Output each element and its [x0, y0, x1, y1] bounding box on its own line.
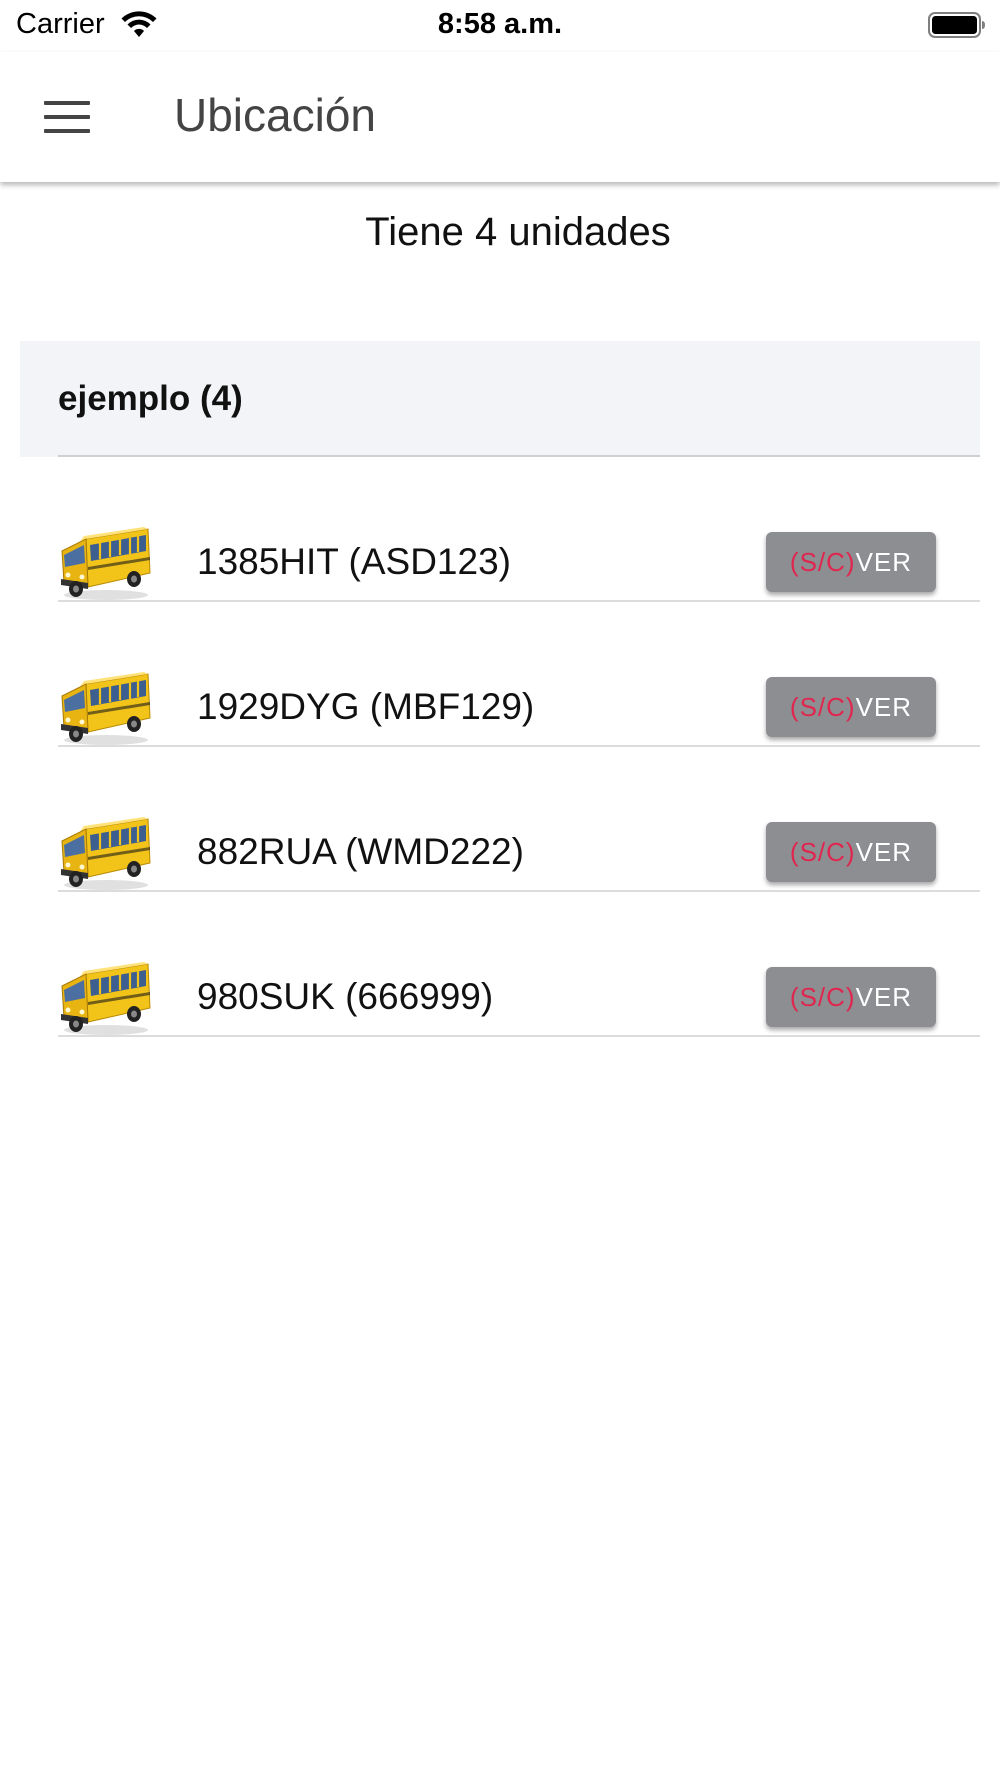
page-title: Ubicación	[174, 89, 376, 141]
list-item: 1385HIT (ASD123) (S/C) VER	[58, 457, 980, 602]
unit-label: 980SUK (666999)	[197, 976, 494, 1017]
list-item: 882RUA (WMD222) (S/C) VER	[58, 747, 980, 892]
status-badge: (S/C)	[789, 836, 856, 867]
app-header: Ubicación	[0, 52, 1000, 182]
ver-button-label: VER	[855, 691, 913, 722]
ver-button[interactable]: (S/C) VER	[766, 532, 936, 592]
list-item: 980SUK (666999) (S/C) VER	[58, 892, 980, 1037]
school-bus-icon	[58, 813, 152, 891]
ver-button-label: VER	[855, 546, 913, 577]
ver-button[interactable]: (S/C) VER	[766, 967, 936, 1027]
school-bus-icon	[58, 523, 152, 601]
units-summary: Tiene 4 unidades	[365, 210, 671, 254]
clock: 8:58 a.m.	[437, 8, 563, 40]
school-bus-icon	[58, 958, 152, 1036]
status-badge: (S/C)	[789, 981, 856, 1012]
unit-label: 882RUA (WMD222)	[197, 831, 524, 872]
group-title: ejemplo (4)	[58, 379, 243, 418]
ver-button-label: VER	[855, 981, 913, 1012]
unit-label: 1385HIT (ASD123)	[197, 541, 511, 582]
unit-label: 1929DYG (MBF129)	[197, 686, 535, 727]
hamburger-menu-icon[interactable]	[44, 101, 90, 135]
group-header[interactable]: ejemplo (4)	[20, 341, 980, 457]
list-item: 1929DYG (MBF129) (S/C) VER	[58, 602, 980, 747]
ver-button[interactable]: (S/C) VER	[766, 822, 936, 882]
unit-list: 1385HIT (ASD123) (S/C) VER 1929DYG (MBF1…	[58, 457, 980, 1037]
ver-button[interactable]: (S/C) VER	[766, 677, 936, 737]
ver-button-label: VER	[855, 836, 913, 867]
battery-icon	[928, 12, 985, 38]
school-bus-icon	[58, 668, 152, 746]
status-bar: Carrier 8:58 a.m.	[0, 0, 1000, 52]
status-badge: (S/C)	[789, 691, 856, 722]
status-badge: (S/C)	[789, 546, 856, 577]
